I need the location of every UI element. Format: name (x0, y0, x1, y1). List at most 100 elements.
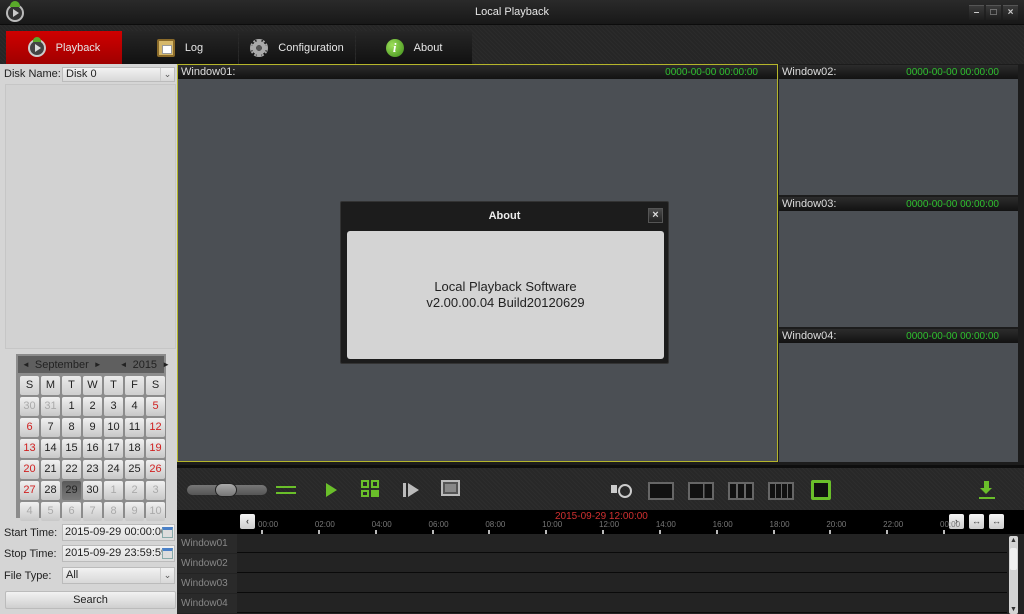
multi-play-icon[interactable] (361, 480, 379, 497)
file-type-select[interactable]: All ⌄ (62, 567, 175, 584)
calendar-day[interactable]: 10 (104, 418, 123, 437)
layout-6-icon[interactable] (688, 482, 714, 500)
calendar-icon[interactable] (162, 548, 173, 559)
calendar-day-selected[interactable]: 29 (62, 481, 81, 500)
timeline-ruler[interactable]: ‹ 2015-09-29 12:00:00 › ↔ ↔ 00:00 02:00 04… (177, 510, 1024, 536)
close-button[interactable]: × (1003, 5, 1018, 20)
scroll-down-icon[interactable]: ▼ (1009, 605, 1018, 614)
search-button[interactable]: Search (5, 591, 176, 609)
mute-icon[interactable] (610, 480, 632, 500)
layout-8-icon[interactable] (728, 482, 754, 500)
calendar-day[interactable]: 2 (83, 397, 102, 416)
file-type-row: File Type: All ⌄ (4, 567, 176, 584)
calendar-day[interactable]: 22 (62, 460, 81, 479)
video-window-4[interactable]: Window04: 0000-00-00 00:00:00 (779, 329, 1018, 462)
calendar-day[interactable]: 2 (125, 481, 144, 500)
layout-9-icon[interactable] (768, 482, 794, 500)
calendar-day[interactable]: 3 (104, 397, 123, 416)
calendar-day[interactable]: 12 (146, 418, 165, 437)
calendar-day[interactable]: 10 (146, 502, 165, 521)
calendar-day[interactable]: 23 (83, 460, 102, 479)
calendar-day[interactable]: 31 (41, 397, 60, 416)
calendar-day[interactable]: 5 (146, 397, 165, 416)
calendar-day[interactable]: 4 (125, 397, 144, 416)
frame-step-icon[interactable] (401, 480, 423, 500)
calendar-day[interactable]: 6 (62, 502, 81, 521)
calendar-day[interactable]: 15 (62, 439, 81, 458)
prev-month-button[interactable]: ◄ (22, 360, 30, 369)
timeline-tick: 00:00 (940, 520, 961, 536)
calendar-day[interactable]: 30 (20, 397, 39, 416)
software-name: Local Playback Software (434, 279, 577, 294)
timeline-prev-button[interactable]: ‹ (240, 514, 255, 529)
disk-name-select[interactable]: Disk 0 ⌄ (62, 66, 175, 82)
stop-time-row: Stop Time: 2015-09-29 23:59:59 (4, 545, 176, 562)
next-month-button[interactable]: ► (94, 360, 102, 369)
calendar-day[interactable]: 9 (125, 502, 144, 521)
calendar-day[interactable]: 24 (104, 460, 123, 479)
calendar-day[interactable]: 17 (104, 439, 123, 458)
scrollbar-thumb[interactable] (1010, 548, 1017, 570)
calendar-day[interactable]: 3 (146, 481, 165, 500)
calendar-day[interactable]: 20 (20, 460, 39, 479)
dialog-close-button[interactable]: × (648, 208, 663, 223)
timeline-row[interactable]: Window01 (177, 534, 1007, 553)
calendar-day[interactable]: 18 (125, 439, 144, 458)
timeline-row[interactable]: Window04 (177, 594, 1007, 613)
stop-icon[interactable] (441, 480, 460, 496)
timeline-row[interactable]: Window02 (177, 554, 1007, 573)
tab-configuration[interactable]: Configuration (239, 31, 355, 64)
start-time-input[interactable]: 2015-09-29 00:00:00 (62, 524, 175, 541)
calendar-day[interactable]: 7 (41, 418, 60, 437)
timeline-zoom-out-button[interactable]: ↔ (989, 514, 1004, 529)
calendar-day[interactable]: 21 (41, 460, 60, 479)
tab-about[interactable]: i About (356, 31, 472, 64)
calendar-day[interactable]: 16 (83, 439, 102, 458)
speed-slider[interactable] (187, 483, 267, 497)
tab-log[interactable]: Log (122, 31, 238, 64)
calendar-day[interactable]: 1 (104, 481, 123, 500)
calendar-day[interactable]: 28 (41, 481, 60, 500)
calendar-day[interactable]: 30 (83, 481, 102, 500)
calendar-day[interactable]: 8 (62, 418, 81, 437)
video-window-2[interactable]: Window02: 0000-00-00 00:00:00 (779, 65, 1018, 195)
download-icon[interactable] (977, 480, 999, 500)
prev-year-button[interactable]: ◄ (120, 360, 128, 369)
calendar-day[interactable]: 8 (104, 502, 123, 521)
calendar-day[interactable]: 13 (20, 439, 39, 458)
disk-name-label: Disk Name: (4, 68, 61, 80)
maximize-button[interactable]: □ (986, 5, 1001, 20)
speed-slider-handle[interactable] (215, 483, 237, 497)
stop-time-input[interactable]: 2015-09-29 23:59:59 (62, 545, 175, 562)
calendar-day[interactable]: 4 (20, 502, 39, 521)
calendar-day[interactable]: 7 (83, 502, 102, 521)
fullscreen-icon[interactable] (811, 480, 831, 500)
calendar-day[interactable]: 25 (125, 460, 144, 479)
video-window-timestamp: 0000-00-00 00:00:00 (665, 66, 758, 78)
gear-icon (250, 38, 269, 57)
calendar-icon[interactable] (162, 527, 173, 538)
minimize-button[interactable]: – (969, 5, 984, 20)
scroll-up-icon[interactable]: ▲ (1009, 536, 1018, 545)
calendar-day[interactable]: 6 (20, 418, 39, 437)
calendar-day[interactable]: 26 (146, 460, 165, 479)
calendar-day[interactable]: 14 (41, 439, 60, 458)
next-year-button[interactable]: ► (162, 360, 170, 369)
tab-label: Configuration (278, 41, 344, 54)
timeline-scrollbar[interactable]: ▲ ▼ (1009, 536, 1018, 614)
disk-file-list[interactable] (5, 84, 176, 349)
calendar-day[interactable]: 5 (41, 502, 60, 521)
calendar-day[interactable]: 27 (20, 481, 39, 500)
calendar-day[interactable]: 11 (125, 418, 144, 437)
video-window-3[interactable]: Window03: 0000-00-00 00:00:00 (779, 197, 1018, 327)
timeline-zoom-in-button[interactable]: ↔ (969, 514, 984, 529)
play-icon[interactable] (320, 480, 342, 500)
tab-playback[interactable]: Playback (6, 31, 122, 64)
calendar-day[interactable]: 19 (146, 439, 165, 458)
sync-playback-icon[interactable] (276, 480, 298, 500)
timeline-row[interactable]: Window03 (177, 574, 1007, 593)
calendar-day[interactable]: 9 (83, 418, 102, 437)
layout-1-icon[interactable] (648, 482, 674, 500)
calendar-day[interactable]: 1 (62, 397, 81, 416)
tab-bar: Playback Log Configuration i About (0, 25, 1024, 64)
